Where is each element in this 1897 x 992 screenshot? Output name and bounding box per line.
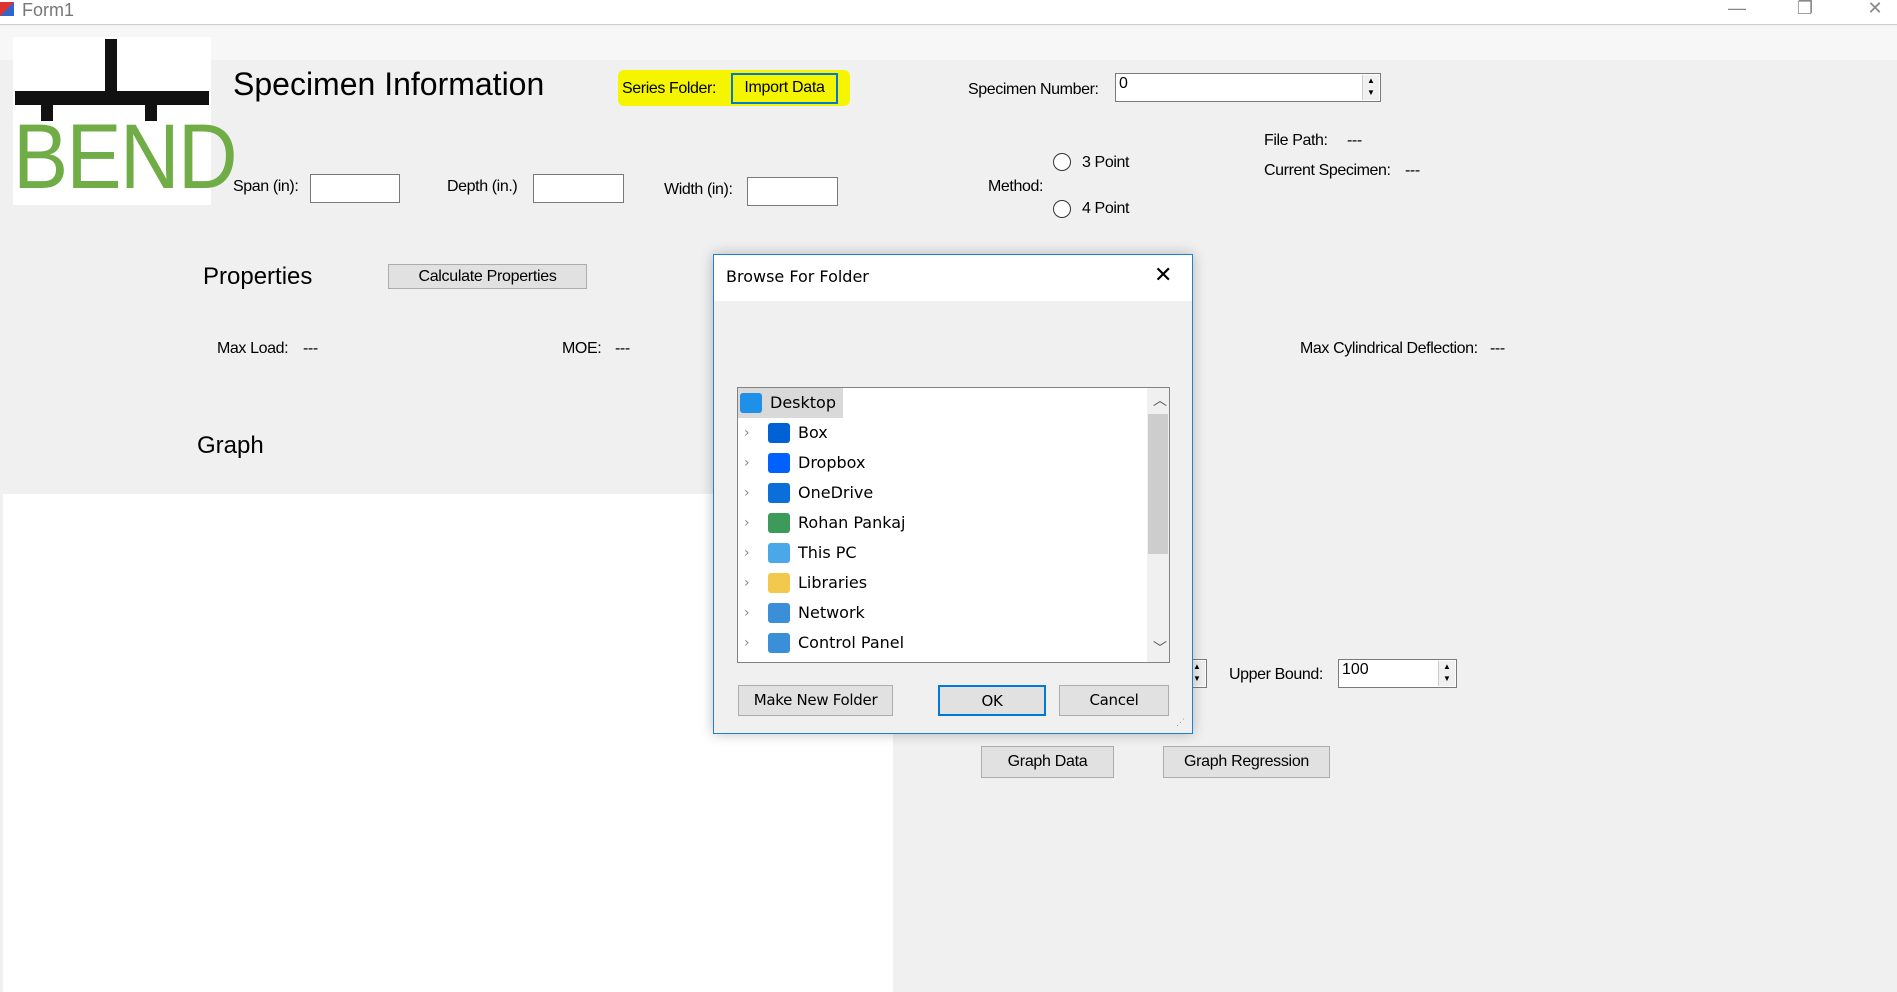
max-cylindrical-deflection-value: ---	[1490, 340, 1505, 357]
tree-item-box[interactable]: › Box	[738, 418, 1148, 448]
properties-heading: Properties	[203, 263, 313, 290]
spin-buttons[interactable]: ▲ ▼	[1438, 661, 1455, 686]
import-data-button[interactable]: Import Data	[731, 73, 838, 104]
radio-4-point[interactable]	[1053, 200, 1071, 218]
box-icon	[768, 423, 790, 443]
current-specimen-value: ---	[1405, 162, 1420, 179]
tree-item-this-pc[interactable]: › This PC	[738, 538, 1148, 568]
max-cylindrical-deflection-label: Max Cylindrical Deflection:	[1300, 340, 1478, 357]
dialog-title-bar: Browse For Folder ✕	[714, 255, 1192, 301]
title-bar: Form1 — ❐ ✕	[0, 0, 1897, 25]
moe-label: MOE:	[562, 340, 602, 357]
tree-item-dropbox[interactable]: › Dropbox	[738, 448, 1148, 478]
specimen-heading: Specimen Information	[233, 66, 545, 102]
file-path-value: ---	[1347, 132, 1362, 149]
moe-value: ---	[615, 340, 630, 357]
radio-3-point-label: 3 Point	[1082, 154, 1130, 171]
top-strip	[0, 26, 1897, 60]
tree-item-label: Dropbox	[798, 453, 866, 472]
expand-chevron-icon[interactable]: ›	[744, 448, 750, 478]
graph-heading: Graph	[197, 432, 264, 459]
tree-item-label: Control Panel	[798, 633, 905, 652]
max-load-label: Max Load:	[217, 340, 289, 357]
graph-data-button[interactable]: Graph Data	[981, 746, 1114, 778]
app-icon	[0, 2, 14, 16]
tree-item-label: Desktop	[770, 393, 836, 412]
max-load-value: ---	[303, 340, 318, 357]
computer-icon	[768, 543, 790, 563]
tree-item-rohan-pankaj[interactable]: › Rohan Pankaj	[738, 508, 1148, 538]
cloud-icon	[768, 483, 790, 503]
specimen-number-label: Specimen Number:	[968, 81, 1099, 98]
network-icon	[768, 603, 790, 623]
specimen-number-stepper[interactable]: 0 ▲ ▼	[1115, 73, 1381, 102]
desktop-icon	[740, 393, 762, 413]
tree-item-label: OneDrive	[798, 483, 874, 502]
tree-item-label: Rohan Pankaj	[798, 513, 906, 532]
tree-item-onedrive[interactable]: › OneDrive	[738, 478, 1148, 508]
series-folder-label: Series Folder:	[622, 80, 716, 97]
upper-bound-label: Upper Bound:	[1229, 666, 1323, 683]
scroll-up-icon[interactable]: ︿	[1153, 390, 1167, 410]
depth-input[interactable]	[533, 174, 624, 203]
restore-button[interactable]: ❐	[1785, 0, 1825, 20]
minimize-button[interactable]: —	[1717, 0, 1757, 20]
tree-item-label: Libraries	[798, 573, 868, 592]
calculate-properties-button[interactable]: Calculate Properties	[388, 264, 587, 289]
tree-item-label: This PC	[798, 543, 857, 562]
expand-chevron-icon[interactable]: ›	[744, 568, 750, 598]
dialog-close-button[interactable]: ✕	[1154, 263, 1172, 288]
expand-chevron-icon[interactable]: ›	[744, 418, 750, 448]
spin-buttons[interactable]: ▲ ▼	[1362, 75, 1379, 100]
expand-chevron-icon[interactable]: ›	[744, 628, 750, 658]
radio-4-point-label: 4 Point	[1082, 200, 1130, 217]
expand-chevron-icon[interactable]: ›	[744, 538, 750, 568]
width-label: Width (in):	[664, 181, 733, 198]
bend-logo: BEND	[13, 37, 238, 208]
library-folder-icon	[768, 573, 790, 593]
span-label: Span (in):	[233, 178, 299, 195]
resize-grip-icon[interactable]: ⋰	[1176, 717, 1185, 728]
tree-item-label: Network	[798, 603, 865, 622]
scroll-down-icon[interactable]: ﹀	[1153, 638, 1167, 658]
tree-item-control-panel[interactable]: › Control Panel	[738, 628, 1148, 658]
current-specimen-label: Current Specimen:	[1264, 162, 1391, 179]
scroll-thumb[interactable]	[1148, 414, 1168, 554]
tree-item-label: Box	[798, 423, 828, 442]
radio-3-point[interactable]	[1053, 153, 1071, 171]
tree-item-network[interactable]: › Network	[738, 598, 1148, 628]
browse-for-folder-dialog: Browse For Folder ✕ ︿ ﹀ Desktop › Box › Drop…	[713, 254, 1193, 734]
tree-item-desktop[interactable]: Desktop	[738, 388, 843, 418]
folder-tree[interactable]: ︿ ﹀ Desktop › Box › Dropbox › OneDrive › Rohan P…	[737, 387, 1170, 663]
user-icon	[768, 513, 790, 533]
dialog-title: Browse For Folder	[726, 267, 869, 286]
depth-label: Depth (in.)	[447, 178, 518, 195]
ok-button[interactable]: OK	[938, 685, 1046, 716]
expand-chevron-icon[interactable]: ›	[744, 508, 750, 538]
control-panel-icon	[768, 633, 790, 653]
make-new-folder-button[interactable]: Make New Folder	[738, 685, 893, 716]
cancel-button[interactable]: Cancel	[1059, 685, 1169, 716]
file-path-label: File Path:	[1264, 132, 1328, 149]
expand-chevron-icon[interactable]: ›	[744, 598, 750, 628]
width-input[interactable]	[747, 177, 838, 206]
close-button[interactable]: ✕	[1855, 0, 1895, 20]
upper-bound-stepper[interactable]: 100 ▲ ▼	[1338, 659, 1457, 688]
span-input[interactable]	[310, 174, 400, 203]
tree-scrollbar[interactable]: ︿ ﹀	[1147, 388, 1169, 662]
dropbox-icon	[768, 453, 790, 473]
tree-item-libraries[interactable]: › Libraries	[738, 568, 1148, 598]
specimen-number-value: 0	[1119, 75, 1128, 92]
upper-bound-value: 100	[1342, 661, 1369, 678]
expand-chevron-icon[interactable]: ›	[744, 478, 750, 508]
graph-regression-button[interactable]: Graph Regression	[1163, 746, 1330, 778]
method-label: Method:	[988, 178, 1044, 195]
window-title: Form1	[22, 0, 75, 20]
